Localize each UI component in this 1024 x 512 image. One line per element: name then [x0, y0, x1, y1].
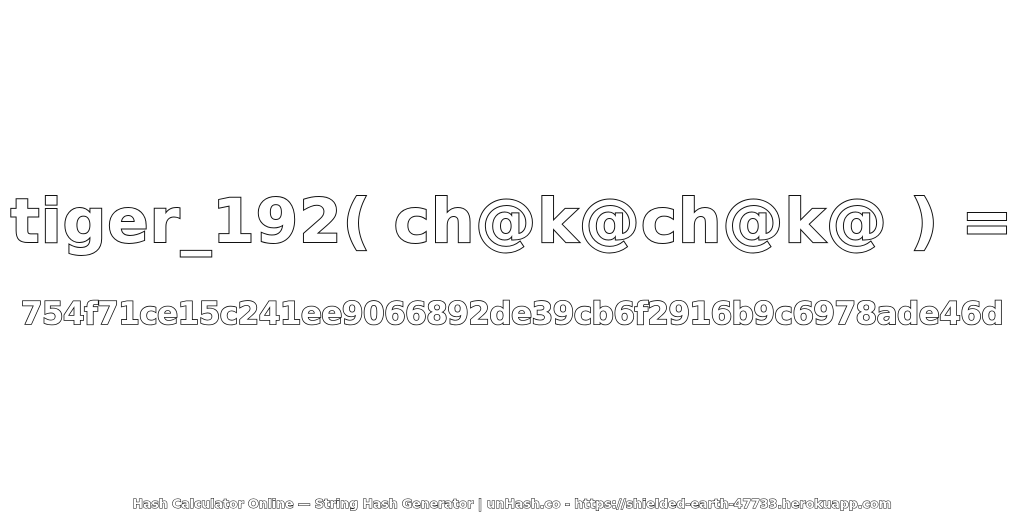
- hash-expression: tiger_192( ch@k@ch@k@ ) =: [10, 185, 1014, 258]
- hash-result-card: tiger_192( ch@k@ch@k@ ) = 754f71ce15c241…: [0, 0, 1024, 512]
- hash-value: 754f71ce15c241ee9066892de39cb6f2916b9c69…: [20, 295, 1004, 333]
- footer-credit: Hash Calculator Online — String Hash Gen…: [132, 496, 892, 512]
